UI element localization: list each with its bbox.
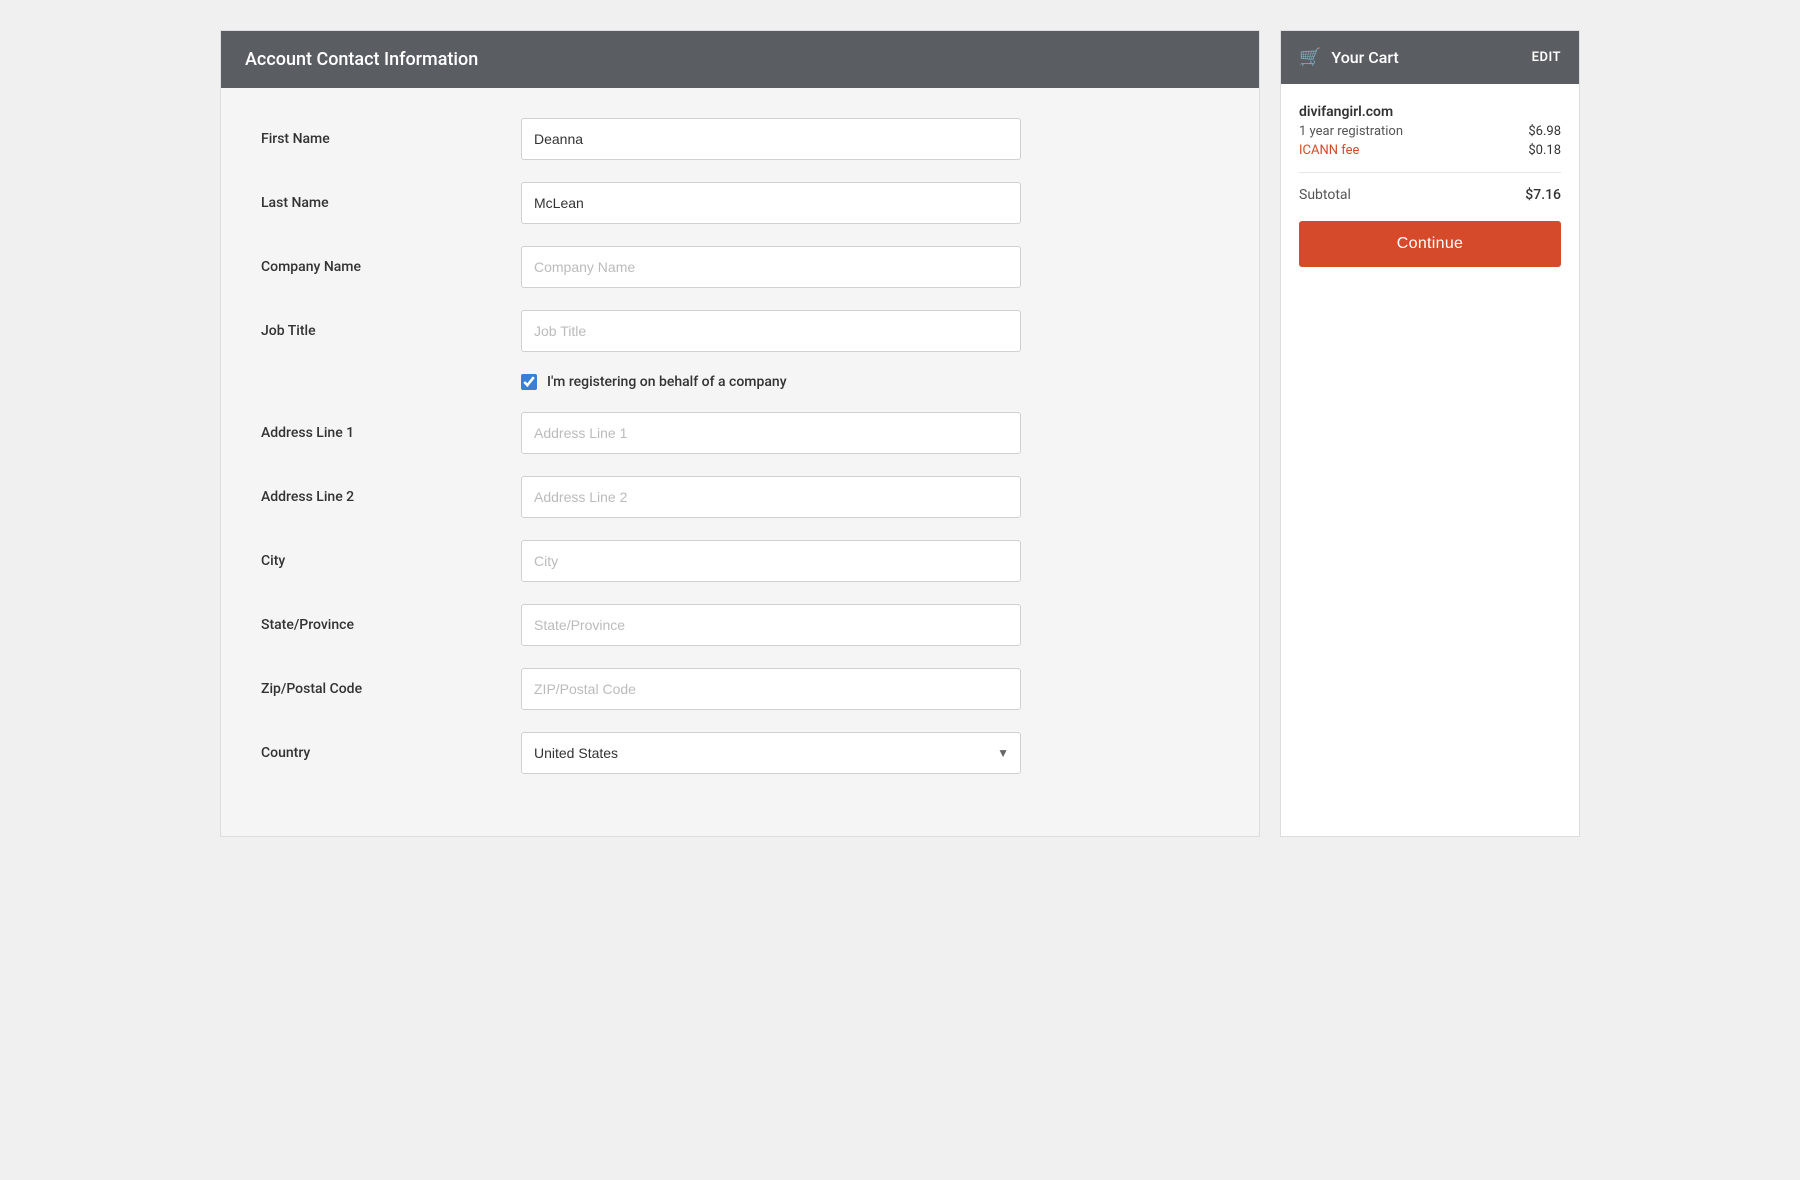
cart-icon: 🛒 <box>1299 47 1321 68</box>
company-name-row: Company Name <box>261 246 1219 288</box>
company-checkbox-label[interactable]: I'm registering on behalf of a company <box>547 374 787 390</box>
cart-domain: divifangirl.com <box>1299 104 1561 120</box>
job-title-label: Job Title <box>261 323 521 339</box>
zip-input[interactable] <box>521 668 1021 710</box>
company-name-label: Company Name <box>261 259 521 275</box>
country-select[interactable]: United States Canada United Kingdom Aust… <box>521 732 1021 774</box>
last-name-row: Last Name <box>261 182 1219 224</box>
first-name-label: First Name <box>261 131 521 147</box>
cart-icann-label: ICANN fee <box>1299 143 1359 158</box>
cart-body: divifangirl.com 1 year registration $6.9… <box>1281 84 1579 287</box>
cart-subtotal-label: Subtotal <box>1299 187 1351 203</box>
job-title-input[interactable] <box>521 310 1021 352</box>
cart-registration-price: $6.98 <box>1528 124 1561 139</box>
state-row: State/Province <box>261 604 1219 646</box>
cart-registration-label: 1 year registration <box>1299 124 1403 139</box>
company-checkbox[interactable] <box>521 374 537 390</box>
state-input[interactable] <box>521 604 1021 646</box>
country-label: Country <box>261 745 521 761</box>
country-select-wrapper: United States Canada United Kingdom Aust… <box>521 732 1021 774</box>
cart-icann-row: ICANN fee $0.18 <box>1299 143 1561 158</box>
first-name-row: First Name <box>261 118 1219 160</box>
cart-registration-row: 1 year registration $6.98 <box>1299 124 1561 139</box>
zip-label: Zip/Postal Code <box>261 681 521 697</box>
address2-label: Address Line 2 <box>261 489 521 505</box>
last-name-input[interactable] <box>521 182 1021 224</box>
form-title: Account Contact Information <box>245 49 1235 70</box>
company-name-input[interactable] <box>521 246 1021 288</box>
country-row: Country United States Canada United King… <box>261 732 1219 774</box>
cart-title: Your Cart <box>1331 48 1398 67</box>
cart-header: 🛒 Your Cart EDIT <box>1281 31 1579 84</box>
continue-button[interactable]: Continue <box>1299 221 1561 267</box>
state-label: State/Province <box>261 617 521 633</box>
cart-divider <box>1299 172 1561 173</box>
cart-icann-price: $0.18 <box>1528 143 1561 158</box>
address1-row: Address Line 1 <box>261 412 1219 454</box>
company-checkbox-row: I'm registering on behalf of a company <box>261 374 1219 390</box>
last-name-label: Last Name <box>261 195 521 211</box>
address1-label: Address Line 1 <box>261 425 521 441</box>
city-label: City <box>261 553 521 569</box>
first-name-input[interactable] <box>521 118 1021 160</box>
address2-input[interactable] <box>521 476 1021 518</box>
form-header: Account Contact Information <box>221 31 1259 88</box>
cart-subtotal-row: Subtotal $7.16 <box>1299 187 1561 203</box>
cart-subtotal-price: $7.16 <box>1525 187 1561 203</box>
cart-sidebar: 🛒 Your Cart EDIT divifangirl.com 1 year … <box>1280 30 1580 837</box>
city-input[interactable] <box>521 540 1021 582</box>
cart-header-left: 🛒 Your Cart <box>1299 47 1399 68</box>
address1-input[interactable] <box>521 412 1021 454</box>
city-row: City <box>261 540 1219 582</box>
job-title-row: Job Title <box>261 310 1219 352</box>
address2-row: Address Line 2 <box>261 476 1219 518</box>
cart-edit-link[interactable]: EDIT <box>1532 50 1561 65</box>
zip-row: Zip/Postal Code <box>261 668 1219 710</box>
